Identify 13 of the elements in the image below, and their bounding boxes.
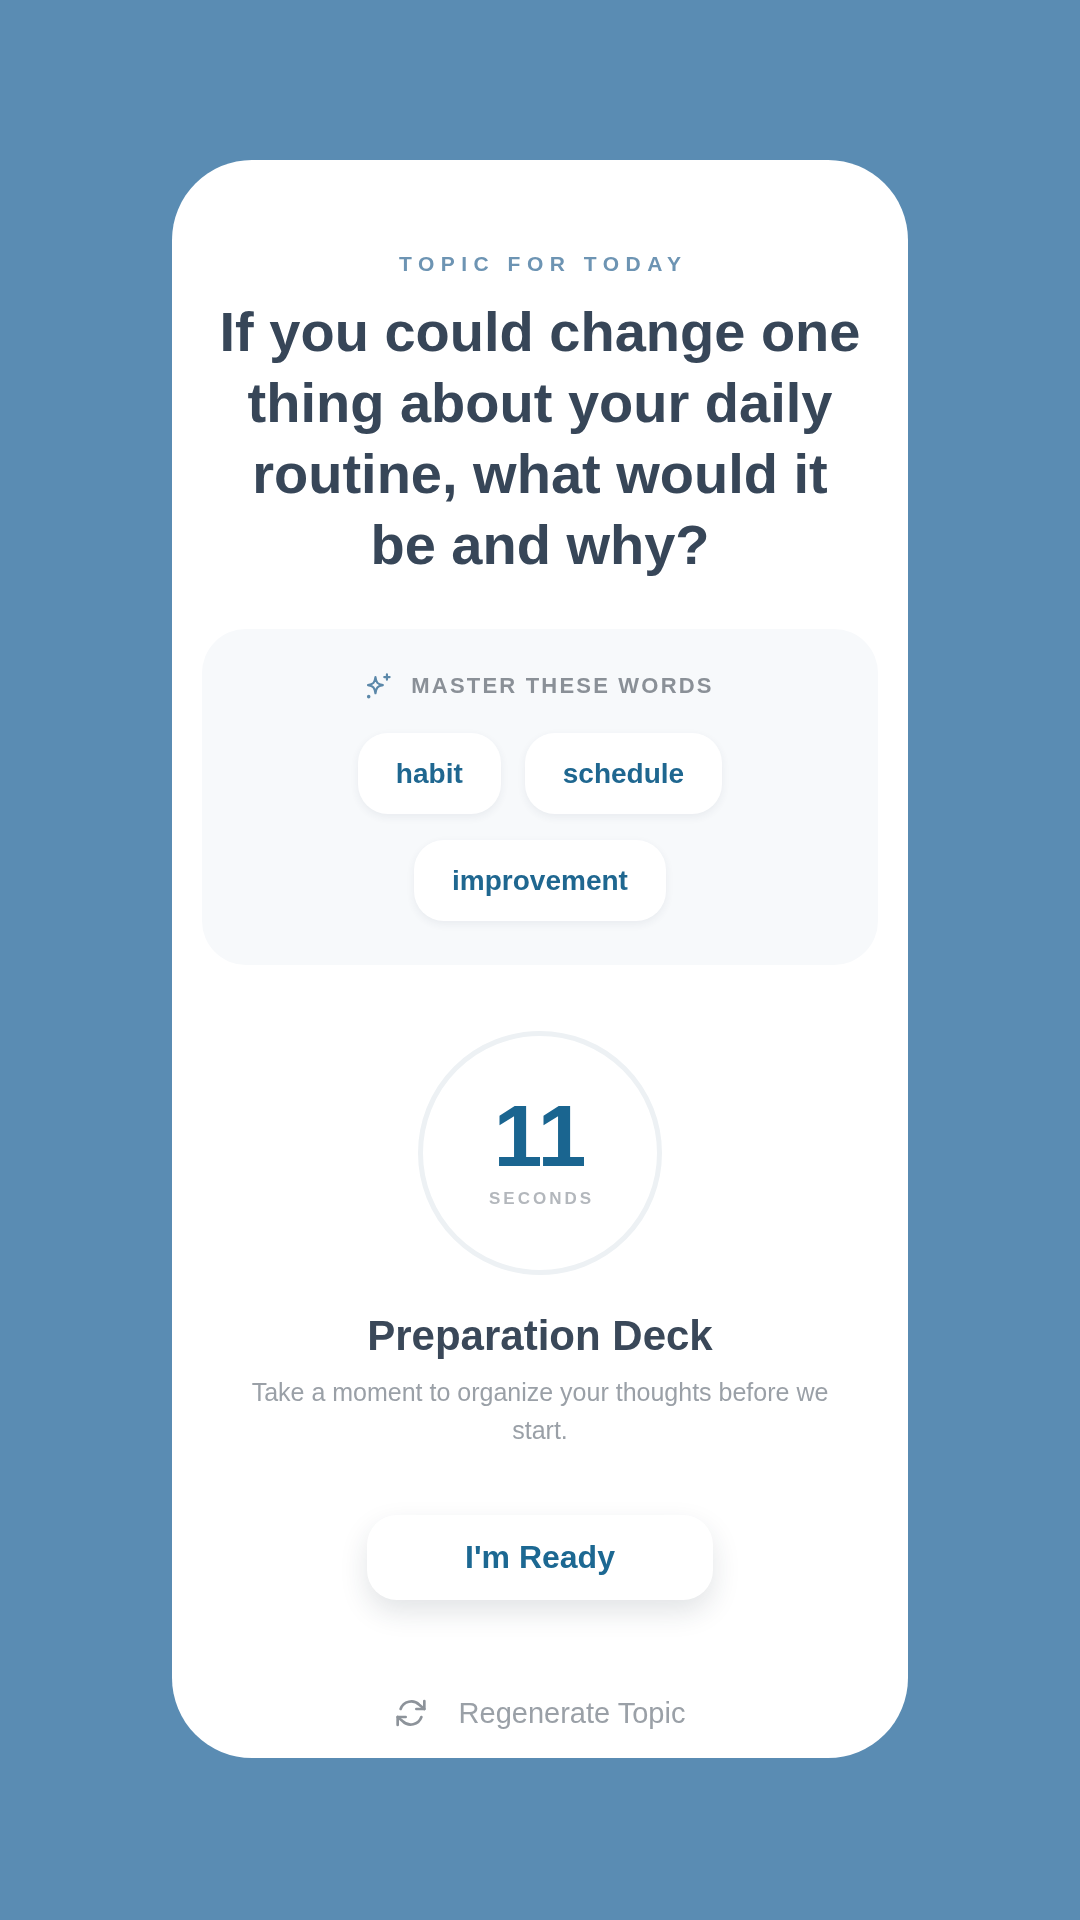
preparation-description: Take a moment to organize your thoughts before we start. <box>250 1377 830 1446</box>
vocabulary-word: habit <box>357 733 501 814</box>
refresh-icon <box>394 1697 427 1729</box>
vocabulary-word: schedule <box>524 733 723 814</box>
ready-button[interactable]: I'm Ready <box>367 1515 713 1600</box>
topic-label: TOPIC FOR TODAY <box>398 252 688 276</box>
vocabulary-word: improvement <box>414 840 666 921</box>
vocabulary-title: MASTER THESE WORDS <box>411 673 714 699</box>
preparation-title: Preparation Deck <box>367 1311 713 1361</box>
sparkle-icon <box>366 672 394 700</box>
timer-count: 11 <box>493 1091 587 1181</box>
topic-question: If you could change one thing about your daily routine, what would it be and why? <box>218 299 862 578</box>
timer-unit: SECONDS <box>487 1189 595 1209</box>
